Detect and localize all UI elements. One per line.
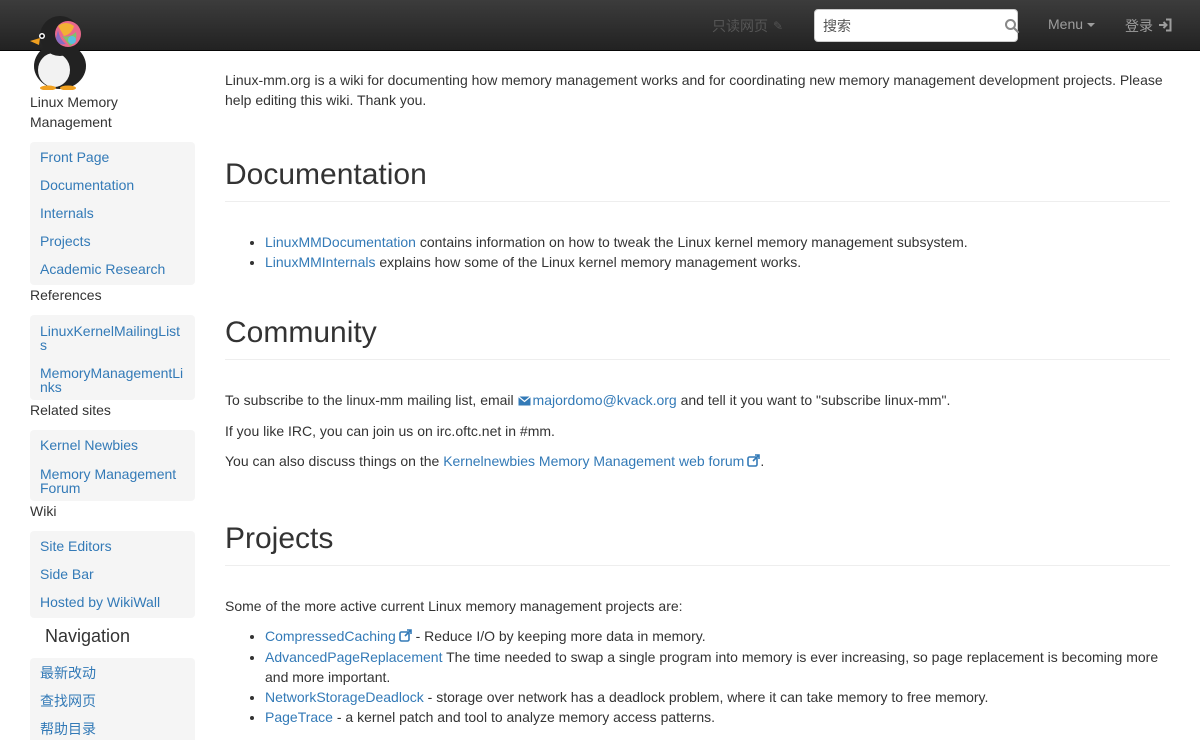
list-item-text: - a kernel patch and tool to analyze mem… [332, 709, 716, 725]
documentation-heading: Documentation [225, 158, 1170, 202]
forum-prefix: You can also discuss things on the [225, 453, 444, 469]
sidebar-item-internals[interactable]: Internals [30, 201, 195, 229]
sidebar-item-site-editors[interactable]: Site Editors [30, 534, 195, 562]
list-item-text: - Reduce I/O by keeping more data in mem… [411, 628, 706, 644]
navigation-nav-group: 最新改动 查找网页 帮助目录 [30, 658, 195, 740]
sidebar-item-memory-management-forum[interactable]: Memory Management Forum [30, 461, 195, 501]
projects-heading: Projects [225, 522, 1170, 566]
sidebar-item-side-bar[interactable]: Side Bar [30, 562, 195, 590]
site-title: Linux Memory Management [30, 94, 118, 130]
main-content: Linux-mm.org is a wiki for documenting h… [225, 70, 1170, 727]
forum-link-label: Kernelnewbies Memory Management web foru… [443, 453, 745, 469]
list-item: NetworkStorageDeadlock - storage over ne… [265, 687, 1170, 707]
advancedpagereplacement-link[interactable]: AdvancedPageReplacement [265, 649, 442, 665]
list-item-text: explains how some of the Linux kernel me… [375, 254, 802, 270]
subscribe-prefix: To subscribe to the linux-mm mailing lis… [225, 392, 518, 408]
top-navbar: 只读网页 ✎ Menu 登录 [0, 0, 1200, 51]
list-item: LinuxMMInternals explains how some of th… [265, 252, 1170, 272]
sidebar-item-documentation[interactable]: Documentation [30, 173, 195, 201]
search-icon[interactable] [1004, 18, 1020, 34]
list-item: PageTrace - a kernel patch and tool to a… [265, 707, 1170, 727]
search-input[interactable] [823, 17, 1004, 34]
forum-paragraph: You can also discuss things on the Kerne… [225, 451, 1170, 472]
sidebar-item-front-page[interactable]: Front Page [30, 145, 195, 173]
list-item: CompressedCaching - Reduce I/O by keepin… [265, 626, 1170, 647]
pagetrace-link[interactable]: PageTrace [265, 709, 333, 725]
related-sites-title: Related sites [30, 402, 111, 418]
sidebar-item-linux-kernel-mailing-lists[interactable]: LinuxKernelMailingLists [30, 318, 195, 358]
pencil-icon: ✎ [773, 19, 784, 33]
compressedcaching-label: CompressedCaching [265, 628, 396, 644]
readonly-label: 只读网页 [712, 18, 768, 34]
sidebar-item-kernel-newbies[interactable]: Kernel Newbies [30, 433, 195, 461]
subscribe-paragraph: To subscribe to the linux-mm mailing lis… [225, 390, 1170, 411]
menu-dropdown-button[interactable]: Menu [1048, 16, 1096, 32]
email-address: majordomo@kvack.org [532, 392, 677, 408]
projects-list: CompressedCaching - Reduce I/O by keepin… [225, 626, 1170, 727]
sign-in-icon [1158, 18, 1172, 35]
menu-label: Menu [1048, 16, 1084, 32]
external-link-icon [398, 627, 412, 647]
linuxmmdocumentation-link[interactable]: LinuxMMDocumentation [265, 234, 416, 250]
related-nav-group: Kernel Newbies Memory Management Forum [30, 430, 195, 501]
sidebar: Linux Memory Management Front Page Docum… [30, 92, 195, 740]
sidebar-item-help-contents[interactable]: 帮助目录 [30, 717, 195, 740]
email-link[interactable]: majordomo@kvack.org [517, 391, 677, 411]
search-box [814, 9, 1020, 42]
networkstoragedeadlock-link[interactable]: NetworkStorageDeadlock [265, 689, 424, 705]
readonly-page-indicator: 只读网页 ✎ [712, 16, 783, 36]
sidebar-item-memory-management-links[interactable]: MemoryManagementLinks [30, 358, 195, 400]
login-button[interactable]: 登录 [1125, 16, 1172, 36]
compressedcaching-link[interactable]: CompressedCaching [265, 628, 412, 644]
list-item-text: - storage over network has a deadlock pr… [423, 689, 989, 705]
wiki-nav-group: Site Editors Side Bar Hosted by WikiWall [30, 531, 195, 618]
caret-down-icon [1087, 23, 1096, 27]
list-item: AdvancedPageReplacement The time needed … [265, 647, 1170, 687]
intro-paragraph: Linux-mm.org is a wiki for documenting h… [225, 72, 1163, 108]
login-label: 登录 [1125, 18, 1153, 34]
list-item-text: contains information on how to tweak the… [415, 234, 968, 250]
subscribe-suffix: and tell it you want to "subscribe linux… [676, 392, 951, 408]
projects-intro: Some of the more active current Linux me… [225, 598, 683, 614]
community-heading: Community [225, 316, 1170, 360]
references-nav-group: LinuxKernelMailingLists MemoryManagement… [30, 315, 195, 400]
forum-link[interactable]: Kernelnewbies Memory Management web foru… [443, 452, 761, 472]
sidebar-item-find-page[interactable]: 查找网页 [30, 689, 195, 717]
irc-paragraph: If you like IRC, you can join us on irc.… [225, 423, 555, 439]
navigation-heading: Navigation [45, 626, 131, 646]
external-link-icon [747, 452, 761, 472]
documentation-list: LinuxMMDocumentation contains informatio… [225, 232, 1170, 272]
envelope-icon [517, 391, 531, 411]
sidebar-item-projects[interactable]: Projects [30, 229, 195, 257]
main-nav-group: Front Page Documentation Internals Proje… [30, 142, 195, 285]
site-logo[interactable] [28, 14, 92, 91]
list-item: LinuxMMDocumentation contains informatio… [265, 232, 1170, 252]
sidebar-item-academic-research[interactable]: Academic Research [30, 257, 195, 285]
forum-suffix: . [760, 453, 765, 469]
wiki-title: Wiki [30, 503, 57, 519]
linuxmminternals-link[interactable]: LinuxMMInternals [265, 254, 376, 270]
sidebar-item-hosted-by-wikiwall[interactable]: Hosted by WikiWall [30, 590, 195, 618]
sidebar-item-recent-changes[interactable]: 最新改动 [30, 661, 195, 689]
references-title: References [30, 287, 102, 303]
